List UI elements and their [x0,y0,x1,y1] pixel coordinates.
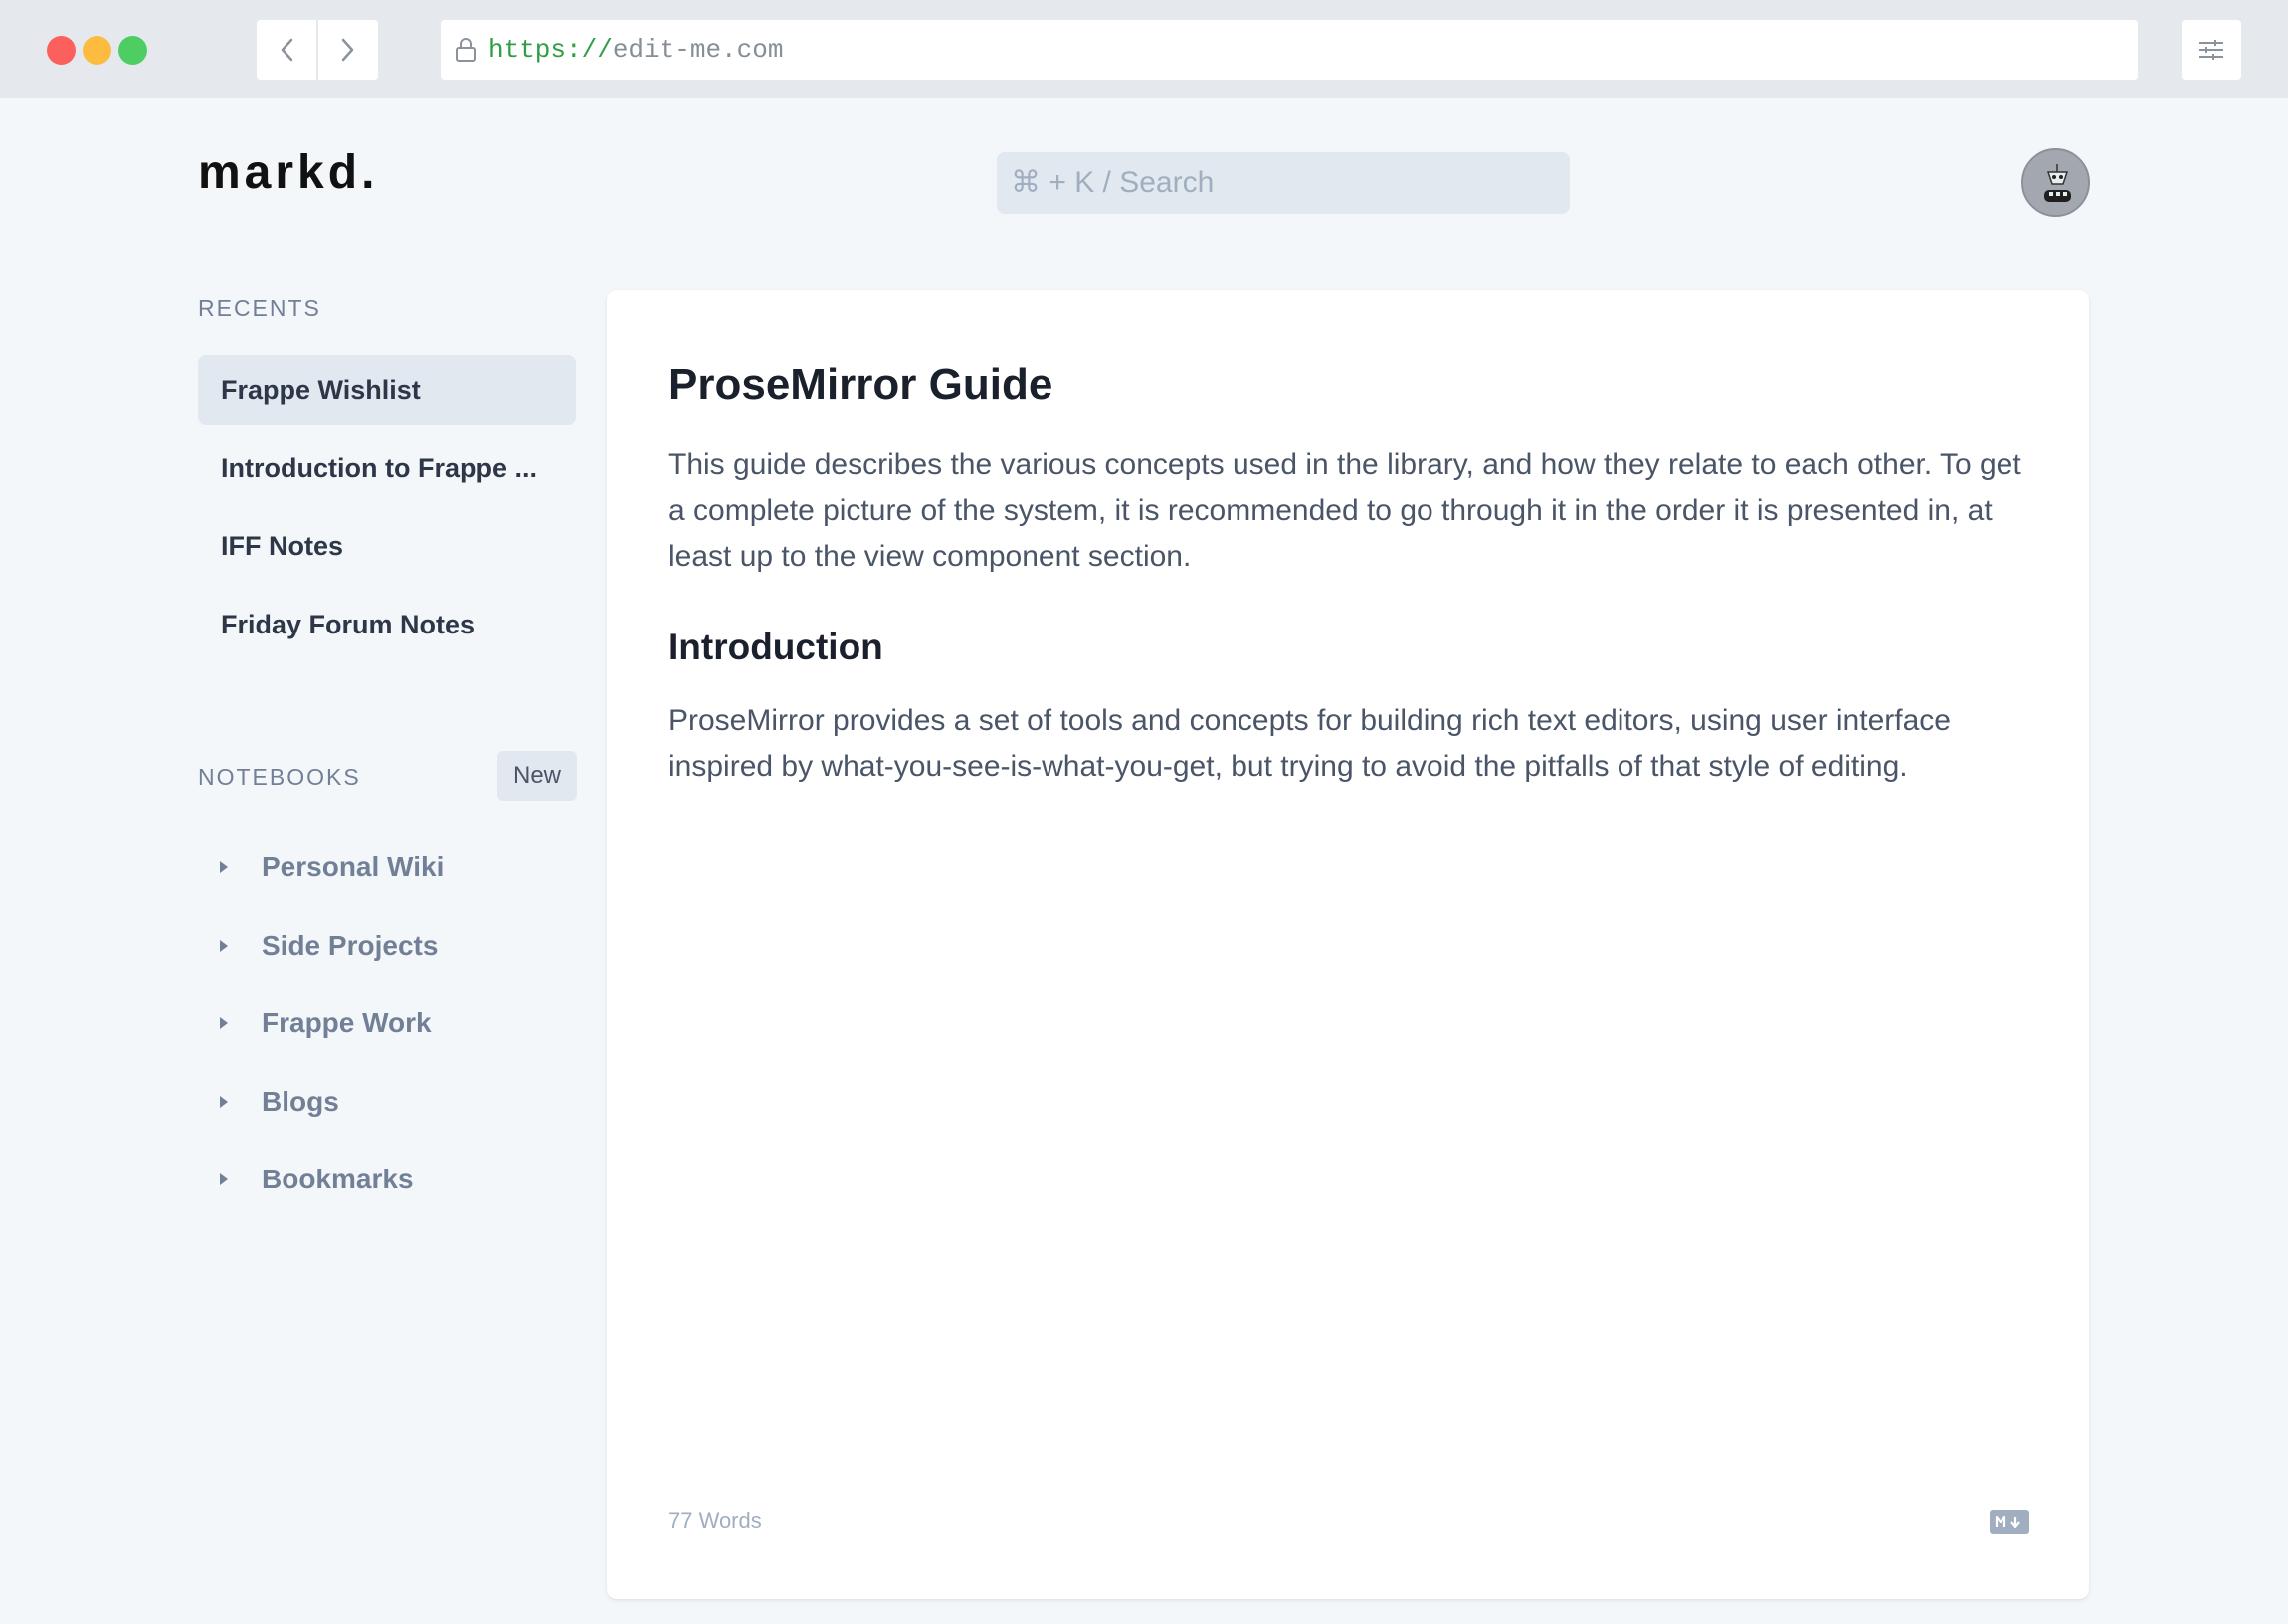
notebook-item-label: Blogs [262,1086,339,1117]
markdown-icon[interactable] [1990,1510,2029,1534]
notebook-item[interactable]: Frappe Work [218,998,432,1048]
notebooks-heading: NOTEBOOKS [198,764,361,790]
caret-right-icon[interactable] [218,1172,262,1187]
recent-item[interactable]: Introduction to Frappe ... [198,434,576,503]
recent-item-label: IFF Notes [221,530,344,561]
caret-right-icon[interactable] [218,1094,262,1110]
back-button[interactable] [257,20,316,80]
minimize-window-button[interactable] [83,36,111,65]
recent-item-label: Friday Forum Notes [221,609,476,639]
notebook-item-label: Personal Wiki [262,851,445,882]
notebook-item[interactable]: Bookmarks [218,1155,414,1204]
settings-button[interactable] [2182,20,2241,80]
recents-heading: RECENTS [198,295,321,321]
new-notebook-button[interactable]: New [497,751,577,801]
notebook-item-label: Side Projects [262,930,439,961]
address-bar[interactable]: https:// edit-me.com [441,20,2138,80]
document-title[interactable]: ProseMirror Guide [668,360,1052,410]
notebook-item[interactable]: Personal Wiki [218,842,444,892]
search-box[interactable] [997,152,1570,214]
recent-item-label: Introduction to Frappe ... [221,452,537,483]
recent-item[interactable]: IFF Notes [198,511,576,581]
recent-item[interactable]: Frappe Wishlist [198,355,576,425]
avatar[interactable] [2021,148,2090,217]
caret-right-icon[interactable] [218,859,262,875]
document-paragraph[interactable]: ProseMirror provides a set of tools and … [668,698,2041,790]
app-logo[interactable]: markd. [198,145,378,200]
notebook-item[interactable]: Blogs [218,1077,339,1127]
search-input[interactable] [1011,166,1528,200]
chevron-right-icon [341,38,354,62]
maximize-window-button[interactable] [118,36,147,65]
sliders-icon [2199,40,2223,60]
caret-right-icon[interactable] [218,1015,262,1031]
user-avatar-image [2023,150,2088,215]
editor-card[interactable]: ProseMirror Guide This guide describes t… [607,290,2089,1599]
word-count: 77 Words [668,1508,762,1533]
url-scheme: https:// [488,35,613,65]
close-window-button[interactable] [47,36,76,65]
notebook-item[interactable]: Side Projects [218,921,438,971]
notebook-item-label: Bookmarks [262,1164,414,1194]
forward-button[interactable] [318,20,378,80]
recent-item-label: Frappe Wishlist [221,374,421,405]
document-heading[interactable]: Introduction [668,627,883,668]
lock-icon [455,37,477,63]
chevron-left-icon [281,38,293,62]
url-host: edit-me.com [612,35,784,65]
document-paragraph[interactable]: This guide describes the various concept… [668,443,2041,580]
notebook-item-label: Frappe Work [262,1007,432,1038]
caret-right-icon[interactable] [218,938,262,954]
browser-toolbar: https:// edit-me.com [0,0,2288,98]
recent-item[interactable]: Friday Forum Notes [198,590,576,659]
